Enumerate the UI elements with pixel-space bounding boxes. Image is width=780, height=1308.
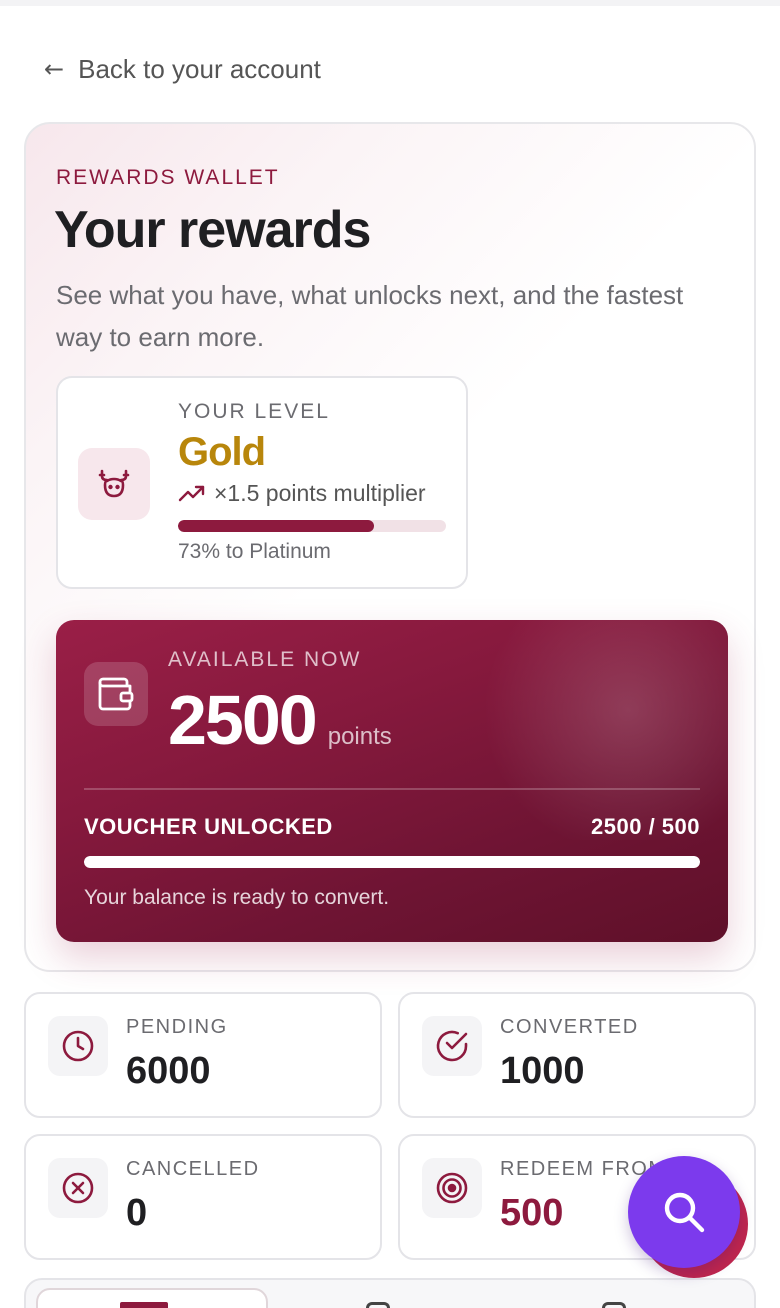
stat-value: 6000 [126, 1050, 211, 1092]
level-value: Gold [178, 430, 266, 474]
search-fab-button[interactable] [628, 1156, 740, 1268]
stat-label: CANCELLED [126, 1158, 260, 1180]
available-label: AVAILABLE NOW [168, 648, 362, 671]
voucher-progress-bar [84, 856, 700, 868]
stat-card-pending: PENDING 6000 [24, 992, 382, 1118]
points-unit: points [327, 723, 392, 750]
stat-value: 0 [126, 1192, 148, 1234]
check-circle-icon [422, 1016, 482, 1076]
voucher-count: 2500 / 500 [591, 814, 700, 839]
points-balance: 2500 points [168, 680, 392, 760]
back-link[interactable]: ← Back to your account [44, 52, 321, 86]
voucher-note: Your balance is ready to convert. [84, 886, 390, 909]
page-title: Your rewards [54, 201, 371, 259]
trending-up-icon [178, 485, 205, 501]
tab-active[interactable] [36, 1288, 268, 1308]
voucher-label: VOUCHER UNLOCKED [84, 814, 333, 839]
target-icon [422, 1158, 482, 1218]
multiplier-text: ×1.5 points multiplier [214, 480, 426, 506]
level-progress-note: 73% to Platinum [178, 540, 331, 563]
level-card: YOUR LEVEL Gold ×1.5 points multiplier 7… [56, 376, 468, 589]
rewards-hero-card: REWARDS WALLET Your rewards See what you… [24, 122, 756, 972]
arrow-left-icon: ← [44, 55, 65, 83]
stat-label: CONVERTED [500, 1016, 639, 1038]
stat-card-converted: CONVERTED 1000 [398, 992, 756, 1118]
level-progress-bar [178, 520, 446, 532]
voucher-progress-fill [84, 856, 700, 868]
page-subtitle: See what you have, what unlocks next, an… [56, 280, 684, 352]
tab-icon[interactable] [602, 1302, 626, 1308]
level-label: YOUR LEVEL [178, 400, 330, 423]
stat-card-cancelled: CANCELLED 0 [24, 1134, 382, 1260]
tab-icon[interactable] [366, 1302, 390, 1308]
stat-value: 1000 [500, 1050, 585, 1092]
points-value: 2500 [168, 681, 318, 759]
clock-icon [48, 1016, 108, 1076]
stat-label: PENDING [126, 1016, 228, 1038]
back-label: Back to your account [78, 53, 321, 84]
top-strip [0, 0, 780, 6]
section-eyebrow: REWARDS WALLET [56, 166, 280, 189]
card-divider [84, 788, 700, 790]
wallet-icon [84, 662, 148, 726]
search-icon [664, 1192, 705, 1233]
stat-value: 500 [500, 1192, 564, 1234]
tab-icon [120, 1302, 168, 1308]
level-progress-fill [178, 520, 374, 532]
deer-icon [78, 448, 150, 520]
available-points-card: AVAILABLE NOW 2500 points VOUCHER UNLOCK… [56, 620, 728, 942]
tab-bar [24, 1278, 756, 1308]
multiplier: ×1.5 points multiplier [178, 480, 426, 507]
x-circle-icon [48, 1158, 108, 1218]
